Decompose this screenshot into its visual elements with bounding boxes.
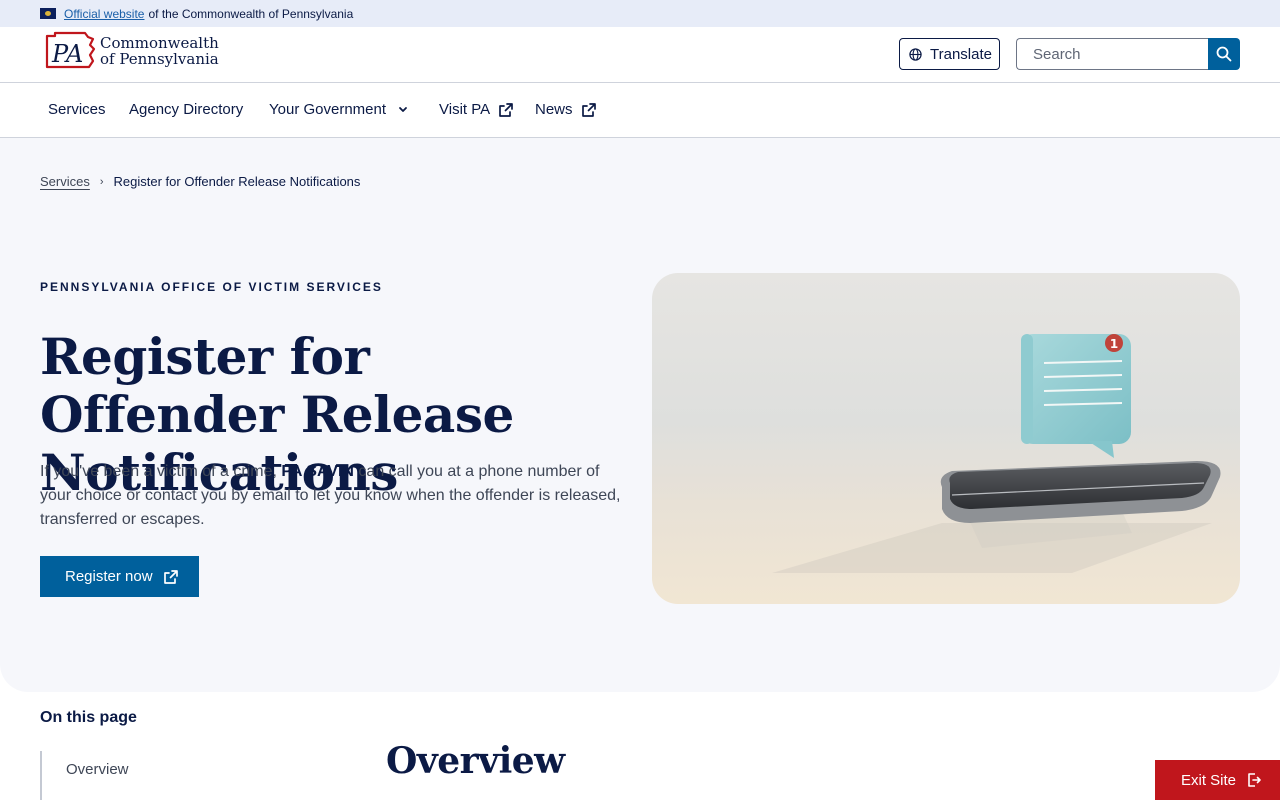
nav-item-agency-directory[interactable]: Agency Directory — [129, 101, 243, 118]
register-now-button[interactable]: Register now — [40, 556, 199, 597]
nav-item-visit-pa[interactable]: Visit PA — [439, 101, 514, 118]
nav-item-your-government[interactable]: Your Government — [269, 101, 410, 118]
hero-section: Services › Register for Offender Release… — [0, 138, 1280, 692]
nav-item-label: Services — [48, 101, 106, 118]
search-button[interactable] — [1208, 38, 1240, 70]
nav-item-news[interactable]: News — [535, 101, 597, 118]
main-nav: Services Agency Directory Your Governmen… — [0, 83, 1280, 138]
translate-button[interactable]: Translate — [899, 38, 1000, 70]
official-website-link[interactable]: Official website — [64, 7, 144, 21]
hero-eyebrow: PENNSYLVANIA OFFICE OF VICTIM SERVICES — [40, 280, 383, 294]
translate-label: Translate — [930, 45, 992, 63]
logo-pa-letters: PA — [51, 40, 83, 68]
official-banner: Official website of the Commonwealth of … — [0, 0, 1280, 27]
hero-description: If you've been a victim of a crime, PA S… — [40, 460, 630, 532]
search-icon — [1216, 46, 1232, 62]
nav-item-services[interactable]: Services — [48, 101, 106, 118]
phone-notification-illustration: 1 — [652, 273, 1240, 604]
hero-desc-text: If you've been a victim of a crime, — [40, 463, 282, 480]
pa-keystone-logo-icon: PA — [44, 31, 96, 71]
exit-site-label: Exit Site — [1181, 771, 1237, 789]
on-this-page-title: On this page — [40, 709, 137, 726]
nav-item-label: Visit PA — [439, 101, 491, 118]
pa-flag-icon — [40, 8, 56, 19]
breadcrumb: Services › Register for Offender Release… — [40, 174, 360, 189]
globe-icon — [909, 47, 922, 61]
nav-item-label: News — [535, 101, 573, 118]
external-link-icon — [499, 102, 513, 117]
search-input[interactable] — [1016, 38, 1208, 70]
logo-line-2: of Pennsylvania — [100, 50, 219, 68]
official-banner-text: of the Commonwealth of Pennsylvania — [148, 6, 354, 21]
nav-item-label: Agency Directory — [129, 101, 244, 118]
on-this-page-nav: Overview — [40, 751, 129, 800]
chevron-down-icon — [399, 106, 407, 112]
nav-item-label: Your Government — [269, 101, 387, 118]
notification-count: 1 — [1110, 337, 1118, 351]
breadcrumb-current: Register for Offender Release Notificati… — [113, 174, 361, 189]
exit-site-button[interactable]: Exit Site — [1155, 760, 1280, 800]
overview-heading: Overview — [386, 740, 565, 782]
breadcrumb-services-link[interactable]: Services — [40, 174, 90, 189]
hero-desc-bold: PA SAVIN — [281, 463, 354, 480]
external-link-icon — [163, 569, 178, 584]
chevron-right-icon: › — [99, 175, 104, 188]
external-link-icon — [581, 102, 596, 117]
pa-logo-link[interactable]: PA Commonwealth of Pennsylvania — [44, 31, 219, 71]
search-form — [1016, 38, 1240, 70]
site-header: PA Commonwealth of Pennsylvania Translat… — [0, 27, 1280, 83]
exit-icon — [1248, 773, 1261, 787]
on-this-page-link-overview[interactable]: Overview — [66, 751, 129, 778]
logo-text: Commonwealth of Pennsylvania — [100, 35, 219, 67]
register-now-label: Register now — [65, 568, 153, 585]
